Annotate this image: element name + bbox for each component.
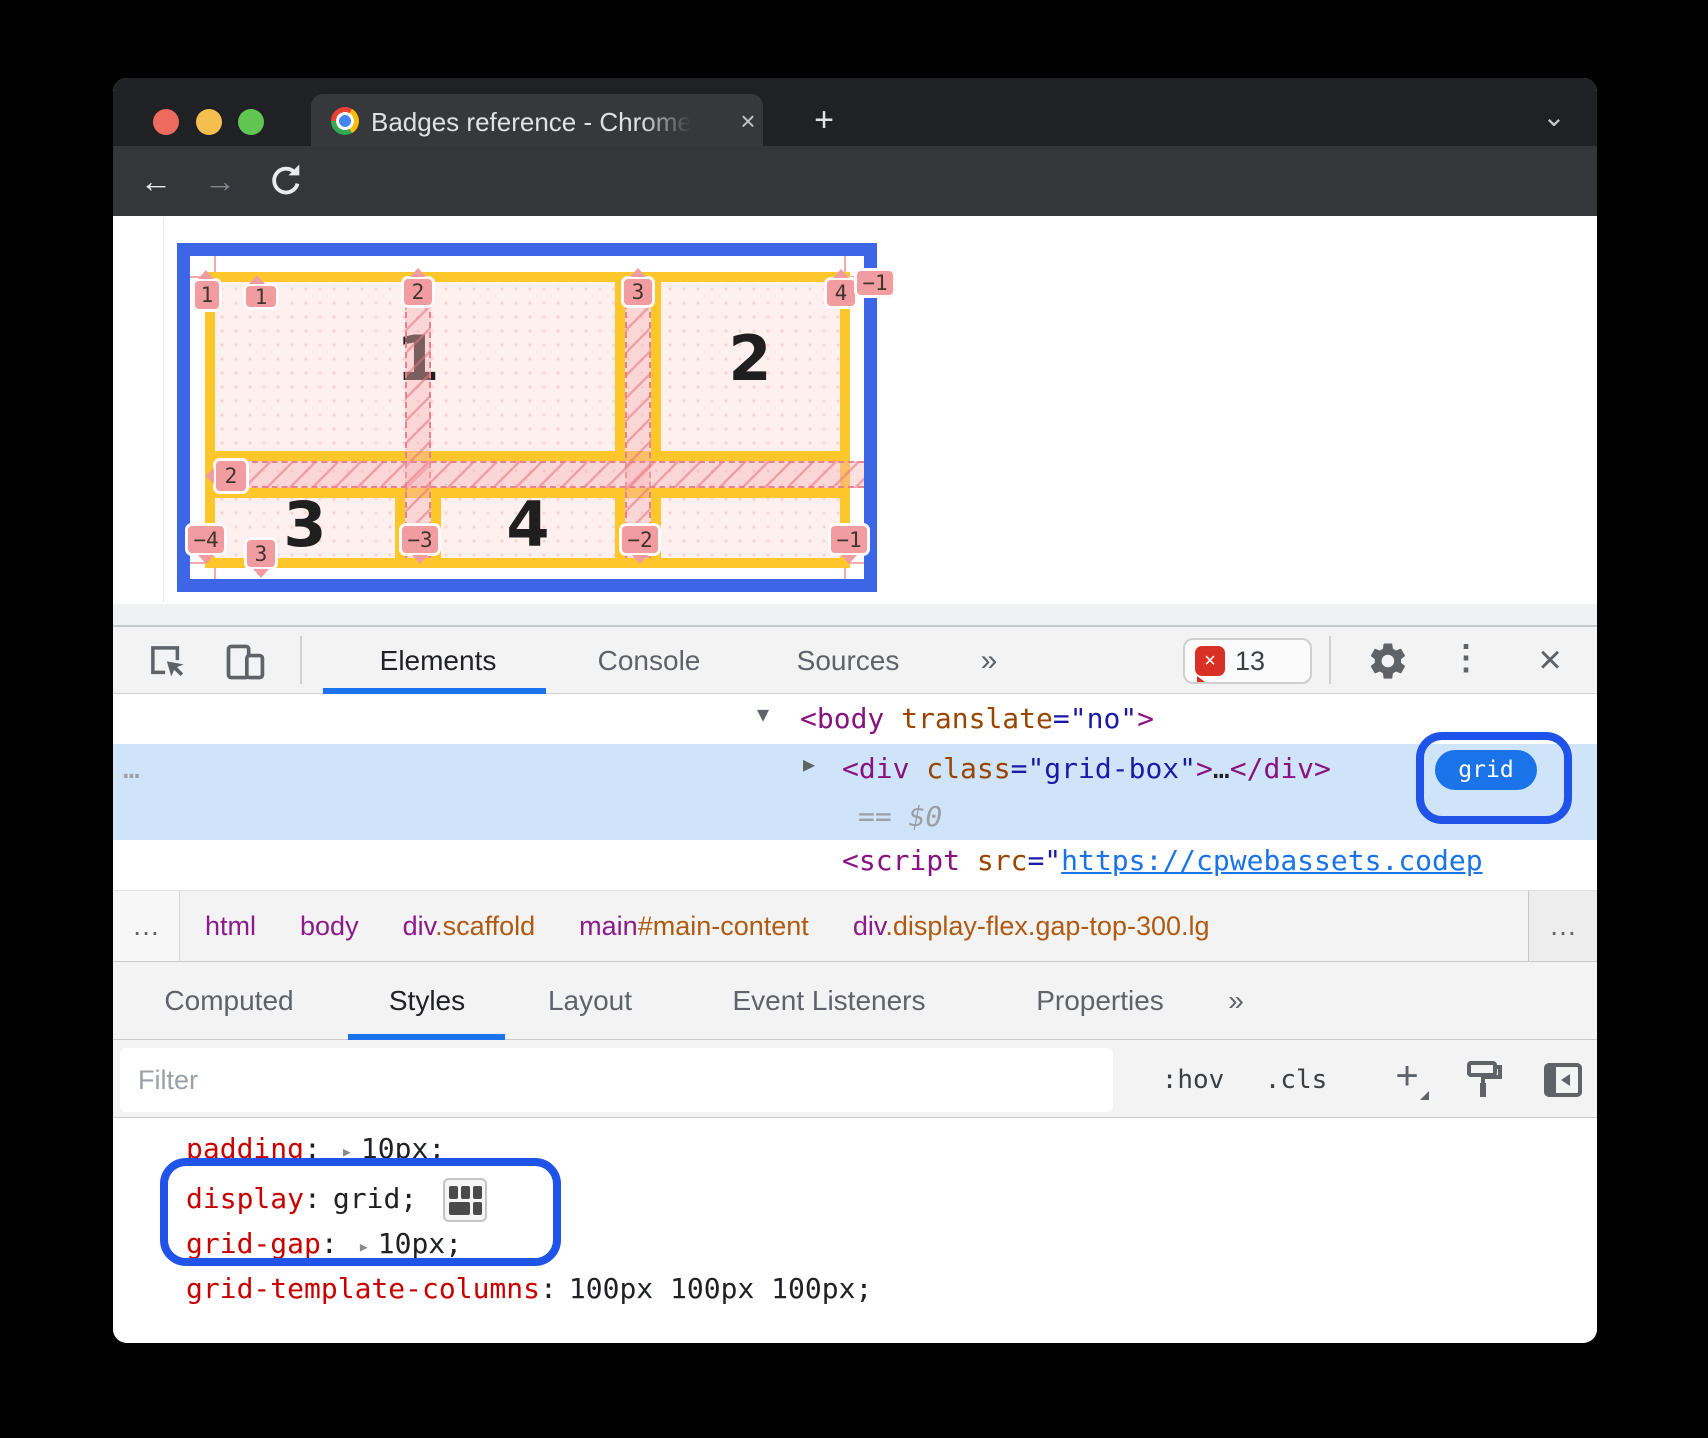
tab-layout[interactable]: Layout bbox=[548, 974, 632, 1028]
expand-arrow-icon[interactable]: ▸ bbox=[333, 1139, 361, 1163]
tab-console[interactable]: Console bbox=[583, 638, 715, 684]
rendering-brush-icon[interactable] bbox=[1460, 1056, 1508, 1104]
css-declaration-display-grid[interactable]: display:grid; bbox=[186, 1182, 417, 1218]
grid-line-extension bbox=[214, 256, 216, 272]
grid-column-gap-hatch bbox=[405, 282, 431, 558]
error-icon: × bbox=[1195, 646, 1225, 676]
tab-strip: Badges reference - Chrome De × + ⌄ bbox=[113, 78, 1597, 146]
traffic-light-maximize[interactable] bbox=[238, 109, 264, 135]
grid-line-badge: 3 bbox=[621, 276, 655, 308]
browser-window: Badges reference - Chrome De × + ⌄ ← → ⓘ… bbox=[113, 78, 1597, 1343]
grid-column-gap-hatch bbox=[625, 282, 651, 558]
css-declaration-grid-gap[interactable]: grid-gap:▸10px; bbox=[186, 1227, 462, 1263]
chrome-favicon-icon bbox=[331, 107, 359, 135]
browser-toolbar: ← → ⓘ localhost:8080/docs/devtools/eleme… bbox=[113, 146, 1597, 216]
grid-line-badge: 3 bbox=[244, 537, 278, 570]
css-declaration-padding[interactable]: padding:▸10px; bbox=[186, 1132, 445, 1168]
grid-overlay-outer-lines bbox=[205, 272, 850, 568]
tab-computed[interactable]: Computed bbox=[164, 974, 293, 1028]
new-tab-button[interactable]: + bbox=[807, 104, 841, 138]
grid-column-line bbox=[615, 282, 625, 451]
grid-editor-icon[interactable] bbox=[443, 1178, 487, 1222]
more-tabs-icon[interactable]: » bbox=[965, 638, 1013, 684]
devtools-settings-gear-icon[interactable] bbox=[1367, 640, 1409, 682]
device-toolbar-icon[interactable] bbox=[223, 640, 267, 684]
new-style-rule-button[interactable]: + bbox=[1383, 1050, 1431, 1106]
error-count: 13 bbox=[1235, 646, 1265, 677]
toolbar-divider bbox=[1329, 636, 1331, 684]
show-sidebar-panel-icon[interactable] bbox=[1539, 1056, 1587, 1104]
dom-node-grid-box[interactable]: … ▶ <div class="grid-box">…</div> bbox=[113, 752, 1597, 788]
active-tab-underline bbox=[323, 688, 546, 694]
filter-input[interactable] bbox=[120, 1048, 1113, 1112]
grid-line-badge: 4 bbox=[824, 277, 858, 309]
screenshot-stage: Badges reference - Chrome De × + ⌄ ← → ⓘ… bbox=[0, 0, 1708, 1438]
element-classes-button[interactable]: .cls bbox=[1265, 1052, 1328, 1108]
grid-line-badge: −1 bbox=[854, 268, 896, 298]
expand-arrow-icon[interactable]: ▸ bbox=[350, 1234, 378, 1258]
grid-column-line bbox=[651, 282, 661, 451]
tree-collapsed-icon[interactable]: ▶ bbox=[803, 752, 837, 776]
crumb-body[interactable]: body bbox=[300, 911, 359, 942]
grid-row-gap-hatch bbox=[222, 461, 864, 488]
breadcrumb-overflow-right[interactable]: … bbox=[1528, 891, 1597, 961]
grid-line-badge: 2 bbox=[401, 276, 435, 308]
inspect-element-icon[interactable] bbox=[145, 640, 187, 682]
tab-elements[interactable]: Elements bbox=[361, 638, 515, 684]
row-overflow-dots: … bbox=[123, 752, 140, 785]
grid-line-badge: 1 bbox=[192, 278, 222, 312]
forward-icon[interactable]: → bbox=[202, 163, 238, 199]
hover-state-button[interactable]: :hov bbox=[1162, 1052, 1225, 1108]
page-scroll-band bbox=[113, 604, 1597, 627]
tab-search-chevron-icon[interactable]: ⌄ bbox=[1537, 100, 1571, 130]
grid-line-badge: −2 bbox=[619, 523, 661, 556]
back-icon[interactable]: ← bbox=[138, 163, 174, 199]
console-error-counter[interactable]: × 13 bbox=[1183, 638, 1312, 684]
grid-line-extension bbox=[844, 568, 846, 579]
crumb-div-display-flex[interactable]: div.display-flex.gap-top-300.lg bbox=[853, 911, 1210, 942]
more-panes-icon[interactable]: » bbox=[1228, 974, 1244, 1028]
reload-icon[interactable] bbox=[265, 160, 307, 202]
grid-line-badge: −4 bbox=[185, 523, 227, 556]
devtools-close-icon[interactable]: × bbox=[1529, 638, 1571, 682]
toolbar-divider bbox=[300, 636, 302, 684]
grid-line-badge: −1 bbox=[828, 523, 870, 556]
crumb-main-content[interactable]: main#main-content bbox=[579, 911, 809, 942]
tab-properties[interactable]: Properties bbox=[1036, 974, 1164, 1028]
tab-title-fade bbox=[641, 104, 703, 140]
dom-node-body[interactable]: ▼ <body translate="no"> bbox=[113, 702, 1597, 738]
tab-close-icon[interactable]: × bbox=[733, 106, 763, 136]
tab-sources[interactable]: Sources bbox=[785, 638, 911, 684]
devtools-menu-dots-icon[interactable]: ⋮ bbox=[1449, 638, 1483, 682]
grid-line-extension bbox=[214, 568, 216, 579]
grid-line-badge: −3 bbox=[399, 523, 441, 556]
tab-event-listeners[interactable]: Event Listeners bbox=[733, 974, 926, 1028]
tree-expanded-icon[interactable]: ▼ bbox=[757, 702, 791, 726]
dom-node-script[interactable]: <script src="https://cpwebassets.codep bbox=[113, 844, 1597, 880]
grid-line-badge: 1 bbox=[243, 283, 279, 310]
page-gutter-line bbox=[163, 218, 164, 602]
crumb-div-scaffold[interactable]: div.scaffold bbox=[403, 911, 536, 942]
traffic-light-close[interactable] bbox=[153, 109, 179, 135]
breadcrumb: html body div.scaffold main#main-content… bbox=[205, 891, 1528, 961]
grid-badge[interactable]: grid bbox=[1435, 750, 1537, 790]
css-declaration-grid-template-columns[interactable]: grid-template-columns:100px 100px 100px; bbox=[186, 1272, 872, 1308]
active-pane-underline bbox=[348, 1034, 505, 1040]
crumb-html[interactable]: html bbox=[205, 911, 256, 942]
grid-line-badge: 2 bbox=[213, 458, 249, 494]
traffic-light-minimize[interactable] bbox=[196, 109, 222, 135]
tab-styles[interactable]: Styles bbox=[389, 974, 465, 1028]
script-src-link[interactable]: https://cpwebassets.codep bbox=[1061, 844, 1482, 877]
grid-row-line bbox=[215, 451, 840, 461]
breadcrumb-overflow-left[interactable]: … bbox=[113, 891, 180, 961]
browser-tab[interactable]: Badges reference - Chrome De × bbox=[311, 94, 763, 146]
dollar-zero-line: == $0 bbox=[113, 800, 1597, 836]
grid-row-line bbox=[215, 488, 840, 498]
